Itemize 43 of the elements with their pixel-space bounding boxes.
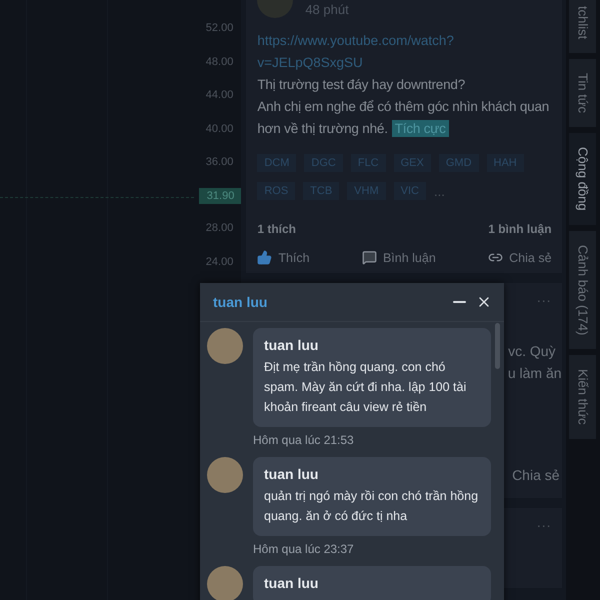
sender-name: tuan luu xyxy=(264,466,320,482)
side-tab[interactable]: Kiến thức xyxy=(569,355,596,439)
avatar xyxy=(207,457,243,493)
minimize-button[interactable] xyxy=(453,301,466,303)
post-time: 48 phút xyxy=(305,2,349,16)
side-tab[interactable]: tchlist xyxy=(569,0,596,54)
side-tab[interactable]: Cộng đồng xyxy=(569,133,596,225)
price-label: 52.00 xyxy=(206,21,234,35)
sender-name: tuan luu xyxy=(264,575,320,591)
avatar xyxy=(207,566,243,600)
message-time: Hôm qua lúc 23:37 xyxy=(253,542,355,556)
post-text: vc. Quỳ xyxy=(508,343,556,359)
more-button[interactable]: ... xyxy=(536,514,552,530)
comment-button[interactable]: Bình luận xyxy=(362,250,436,265)
message-text: quản trị ngó mày rồi con chó trần hồng quang. ăn ở có đức tị nha xyxy=(264,488,480,525)
price-label: 44.00 xyxy=(206,88,234,102)
price-label: 48.00 xyxy=(206,54,234,68)
post-text: u làm ăn xyxy=(508,365,562,381)
share-button[interactable]: Chia sẻ xyxy=(488,250,552,265)
price-label: 36.00 xyxy=(206,155,234,169)
share-button[interactable]: Chia sẻ xyxy=(512,467,560,483)
price-label: 40.00 xyxy=(206,122,234,136)
more-button[interactable]: ... xyxy=(536,289,552,305)
like-button[interactable]: Thích xyxy=(257,250,310,265)
thumbs-up-icon xyxy=(257,250,272,265)
sender-name: tuan luu xyxy=(264,337,320,353)
comment-count: 1 bình luận xyxy=(488,222,552,236)
side-tab[interactable]: Tin tức xyxy=(569,59,596,128)
video-link[interactable]: https://www.youtube.com/watch?v=JELpQ8SxgSU xyxy=(257,30,480,74)
chat-title: tuan luu xyxy=(213,294,268,310)
price-label: 24.00 xyxy=(206,254,234,268)
message-text: Địt mẹ trần hồng quang. con chó spam. Mày ăn cứt đi nha. lập 100 tài khoản fireant câu view rẻ tiền xyxy=(264,359,468,416)
price-label: 28.00 xyxy=(206,221,234,235)
message-time: Hôm qua lúc 21:53 xyxy=(253,433,355,447)
side-tab[interactable]: Cảnh báo (174) xyxy=(569,230,596,350)
current-price-badge: 31.90 xyxy=(198,188,242,204)
post-text: Thị trường test đáy hay downtrend? xyxy=(257,76,466,94)
minimize-icon xyxy=(453,301,466,303)
avatar xyxy=(207,328,243,364)
like-count: 1 thích xyxy=(257,222,296,236)
more-tags[interactable]: ... xyxy=(434,184,445,198)
scrollbar[interactable] xyxy=(495,323,500,369)
comment-icon xyxy=(362,250,377,265)
